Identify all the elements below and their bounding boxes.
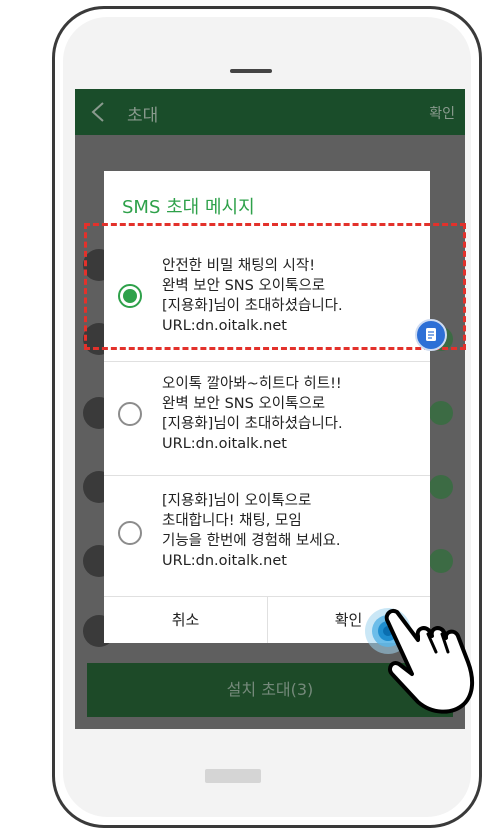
option-line: 기능을 한번에 경험해 보세요.	[162, 533, 341, 549]
header-confirm-button[interactable]: 확인	[429, 103, 455, 123]
message-option-3[interactable]: [지용화]님이 오이톡으로 초대합니다! 채팅, 모임 기능을 한번에 경험해 …	[104, 491, 430, 591]
check-icon	[429, 549, 453, 573]
option-line: 오이톡 깔아봐~히트다 히트!!	[162, 376, 342, 392]
pointing-hand-icon	[384, 609, 475, 714]
phone-speaker	[230, 69, 272, 73]
radio-unselected[interactable]	[118, 521, 142, 545]
option-text: 오이톡 깔아봐~히트다 히트!! 완벽 보안 SNS 오이톡으로 [지용화]님이…	[162, 374, 343, 454]
check-icon	[429, 475, 453, 499]
copy-icon	[426, 328, 436, 341]
copy-button[interactable]	[415, 319, 447, 351]
page-title: 초대	[127, 106, 159, 126]
cancel-button[interactable]: 취소	[104, 597, 267, 643]
divider	[104, 475, 430, 476]
check-icon	[429, 401, 453, 425]
home-button[interactable]	[205, 769, 261, 783]
message-option-2[interactable]: 오이톡 깔아봐~히트다 히트!! 완벽 보안 SNS 오이톡으로 [지용화]님이…	[104, 374, 430, 474]
selection-highlight-box	[84, 223, 466, 350]
dialog-title: SMS 초대 메시지	[122, 197, 255, 218]
option-line: URL:dn.oitalk.net	[162, 553, 287, 569]
radio-unselected[interactable]	[118, 402, 142, 426]
option-line: [지용화]님이 오이톡으로	[162, 493, 312, 509]
option-line: URL:dn.oitalk.net	[162, 436, 287, 452]
back-icon[interactable]	[89, 101, 109, 123]
divider	[104, 361, 430, 362]
option-line: 초대합니다! 채팅, 모임	[162, 513, 302, 529]
option-line: 완벽 보안 SNS 오이톡으로	[162, 396, 326, 412]
option-line: [지용화]님이 초대하셨습니다.	[162, 416, 343, 432]
app-header: 초대 확인	[75, 89, 465, 135]
option-text: [지용화]님이 오이톡으로 초대합니다! 채팅, 모임 기능을 한번에 경험해 …	[162, 491, 341, 571]
